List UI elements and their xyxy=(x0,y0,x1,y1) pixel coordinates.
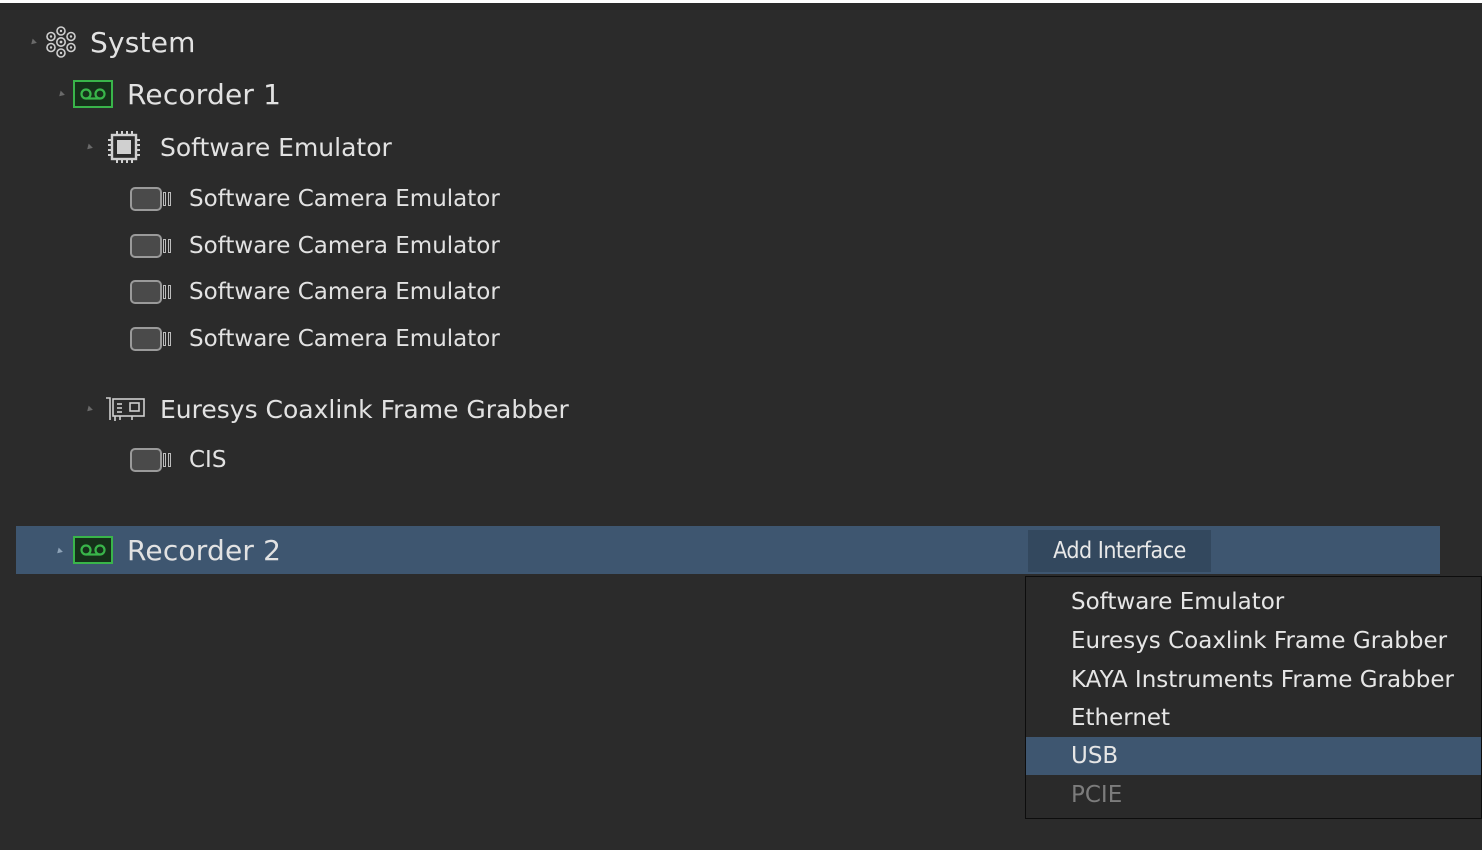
tree-item-camera-cis[interactable]: CIS xyxy=(130,440,226,480)
tree-item-recorder-2[interactable]: Recorder 2 xyxy=(73,530,281,570)
menu-item-software-emulator[interactable]: Software Emulator xyxy=(1026,583,1481,621)
tree-item-software-emulator[interactable]: Software Emulator xyxy=(106,127,392,167)
camera-icon xyxy=(130,234,179,258)
camera-label: CIS xyxy=(189,447,227,473)
software-emulator-label: Software Emulator xyxy=(160,132,392,162)
tree-item-camera[interactable]: Software Camera Emulator xyxy=(130,226,500,266)
chip-icon xyxy=(106,129,142,165)
add-interface-menu: Software Emulator Euresys Coaxlink Frame… xyxy=(1025,576,1482,819)
menu-item-euresys-coaxlink[interactable]: Euresys Coaxlink Frame Grabber xyxy=(1026,622,1481,660)
recorder1-expand-arrow[interactable] xyxy=(57,90,65,99)
recorder-2-label: Recorder 2 xyxy=(127,533,282,567)
frame-grabber-label: Euresys Coaxlink Frame Grabber xyxy=(160,394,569,424)
device-tree-panel: System Recorder 1 Software Emulator Soft… xyxy=(0,0,1482,850)
camera-label: Software Camera Emulator xyxy=(189,186,500,212)
menu-item-kaya-instruments[interactable]: KAYA Instruments Frame Grabber xyxy=(1026,661,1481,699)
camera-label: Software Camera Emulator xyxy=(189,279,500,305)
camera-icon xyxy=(130,327,179,351)
camera-label: Software Camera Emulator xyxy=(189,326,500,352)
add-interface-button[interactable]: Add Interface xyxy=(1028,530,1211,572)
tree-item-system[interactable]: System xyxy=(44,22,196,62)
camera-icon xyxy=(130,187,179,211)
recorder-tape-icon xyxy=(73,536,113,564)
grabber-expand-arrow[interactable] xyxy=(85,405,93,414)
system-nodes-icon xyxy=(44,25,78,59)
tree-item-camera[interactable]: Software Camera Emulator xyxy=(130,319,500,359)
camera-label: Software Camera Emulator xyxy=(189,233,500,259)
recorder-1-label: Recorder 1 xyxy=(127,77,282,111)
tree-item-camera[interactable]: Software Camera Emulator xyxy=(130,272,500,312)
tree-item-camera[interactable]: Software Camera Emulator xyxy=(130,179,500,219)
camera-icon xyxy=(130,280,179,304)
menu-item-ethernet[interactable]: Ethernet xyxy=(1026,699,1481,737)
menu-item-usb[interactable]: USB xyxy=(1026,737,1481,775)
tree-item-recorder-1[interactable]: Recorder 1 xyxy=(73,74,281,114)
system-label: System xyxy=(90,25,196,59)
tree-item-frame-grabber[interactable]: Euresys Coaxlink Frame Grabber xyxy=(104,389,569,429)
recorder-tape-icon xyxy=(73,80,113,108)
camera-icon xyxy=(130,448,179,472)
pci-card-icon xyxy=(104,394,146,424)
menu-item-pcie: PCIE xyxy=(1071,782,1123,808)
emulator-expand-arrow[interactable] xyxy=(85,143,93,152)
system-expand-arrow[interactable] xyxy=(29,38,37,47)
